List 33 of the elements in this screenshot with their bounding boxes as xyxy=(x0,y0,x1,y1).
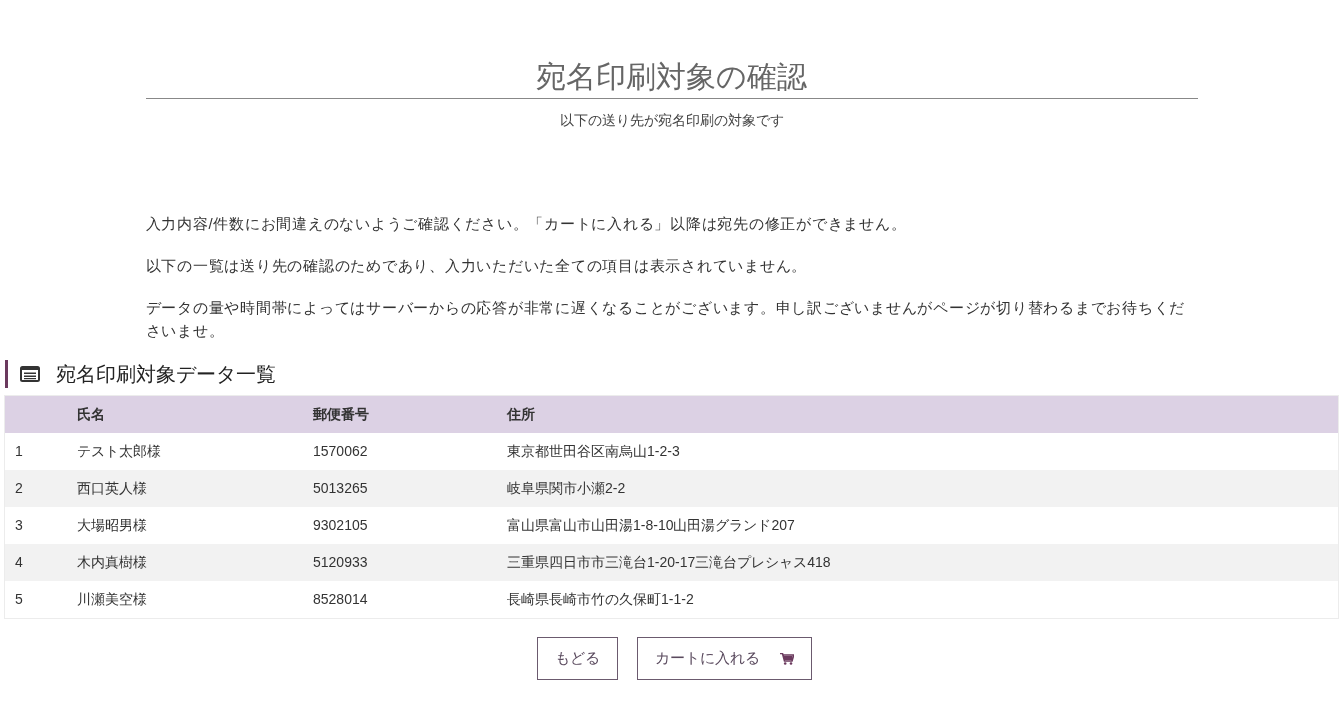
column-header: 住所 xyxy=(507,406,535,422)
table-cell: 5013265 xyxy=(313,480,368,496)
table-cell: 長崎県長崎市竹の久保町1-1-2 xyxy=(507,591,694,607)
column-header: 郵便番号 xyxy=(313,406,369,422)
table-cell: 川瀬美空様 xyxy=(77,591,147,607)
table-cell: 三重県四日市市三滝台1-20-17三滝台プレシャス418 xyxy=(507,554,831,570)
table-cell: 富山県富山市山田湯1-8-10山田湯グランド207 xyxy=(507,517,795,533)
notice-text: データの量や時間帯によってはサーバーからの応答が非常に遅くなることがございます。申し訳ございませんがページが切り替わるまでお待ちくださいませ。 xyxy=(145,298,1186,341)
row-number: 3 xyxy=(15,517,23,533)
notice-text: 入力内容/件数にお間違えのないようご確認ください。「カートに入れる」以降は宛先の修正ができません。 xyxy=(145,214,908,234)
cart-icon xyxy=(779,652,794,665)
notice-text: 以下の一覧は送り先の確認のためであり、入力いただいた全ての項目は表示されていません。 xyxy=(145,256,808,276)
table-cell: 8528014 xyxy=(313,591,368,607)
table-cell: 西口英人様 xyxy=(77,480,147,496)
table-cell: 岐阜県関市小瀬2-2 xyxy=(507,480,626,496)
table-cell: 木内真樹様 xyxy=(77,554,147,570)
table-cell: 1570062 xyxy=(313,443,368,459)
page-title: 宛名印刷対象の確認 xyxy=(535,59,808,95)
page-subtitle: 以下の送り先が宛名印刷の対象です xyxy=(558,111,785,130)
column-header: 氏名 xyxy=(77,406,105,422)
row-number: 2 xyxy=(15,480,23,496)
add-to-cart-button[interactable]: カートに入れる xyxy=(636,637,812,680)
back-button[interactable]: もどる xyxy=(536,637,618,680)
row-number: 5 xyxy=(15,591,23,607)
section-title: 宛名印刷対象データ一覧 xyxy=(56,362,276,387)
row-number: 1 xyxy=(15,443,23,459)
table-cell: テスト太郎様 xyxy=(77,443,161,459)
table-cell: 9302105 xyxy=(313,517,368,533)
row-number: 4 xyxy=(15,554,23,570)
table-cell: 東京都世田谷区南烏山1-2-3 xyxy=(507,443,680,459)
list-icon xyxy=(20,366,40,382)
table-cell: 5120933 xyxy=(313,554,368,570)
table-cell: 大場昭男様 xyxy=(77,517,147,533)
